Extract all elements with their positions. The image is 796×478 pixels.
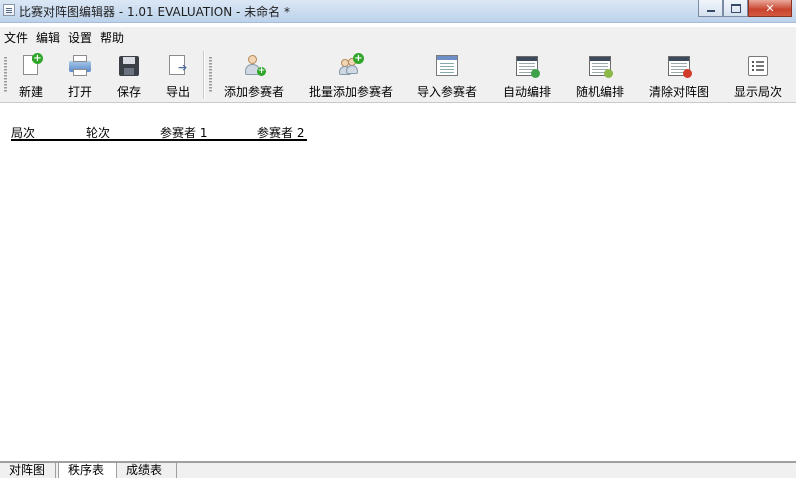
add-person-icon: + [241,53,267,79]
menu-edit[interactable]: 编辑 [32,29,64,46]
column-header-round: 轮次 [86,126,111,140]
toolbar-grip[interactable] [4,57,7,93]
title-bar: 比赛对阵图编辑器 - 1.01 EVALUATION - 未命名 * ✕ [0,0,796,23]
tab-schedule[interactable]: 秩序表 [58,463,117,478]
clear-bracket-button[interactable]: 清除对阵图 [646,52,712,98]
random-arrange-button[interactable]: 随机编排 [573,52,627,98]
new-button-label: 新建 [18,85,43,99]
import-participants-label: 导入参赛者 [416,85,477,99]
menu-file[interactable]: 文件 [0,29,32,46]
numbered-list-icon [745,53,771,79]
open-button[interactable]: 打开 [63,52,97,98]
export-button-label: 导出 [165,85,190,99]
floppy-disk-icon [116,53,142,79]
import-list-icon [434,53,460,79]
export-icon [165,53,191,79]
save-button[interactable]: 保存 [112,52,146,98]
new-document-icon: + [18,53,44,79]
add-participant-label: 添加参赛者 [223,85,284,99]
tab-results[interactable]: 成绩表 [117,463,177,478]
random-arrange-icon [587,53,613,79]
minimize-icon [706,9,715,12]
batch-add-participants-button[interactable]: + 批量添加参赛者 [306,52,396,98]
sheet-tab-bar: 对阵图 秩序表 成绩表 [0,462,796,478]
column-header-game: 局次 [11,126,36,140]
toolbar: + 新建 打开 保存 导出 + 添加参赛者 + 批量添加参赛者 [0,47,796,103]
schedule-view[interactable]: 局次 轮次 参赛者 1 参赛者 2 [0,103,796,462]
printer-icon [67,53,93,79]
toolbar-separator [203,51,205,99]
menu-settings[interactable]: 设置 [64,29,96,46]
auto-arrange-label: 自动编排 [502,85,551,99]
column-header-participant-1: 参赛者 1 [160,126,208,140]
close-button[interactable]: ✕ [748,0,792,17]
random-arrange-label: 随机编排 [575,85,624,99]
schedule-table-header: 局次 轮次 参赛者 1 参赛者 2 [11,123,307,141]
maximize-icon [730,3,741,13]
app-icon [3,4,15,16]
window-title: 比赛对阵图编辑器 - 1.01 EVALUATION - 未命名 * [19,5,290,19]
new-button[interactable]: + 新建 [14,52,48,98]
column-header-participant-2: 参赛者 2 [257,126,305,140]
minimize-button[interactable] [698,0,723,17]
open-button-label: 打开 [67,85,92,99]
show-rounds-button[interactable]: 显示局次 [730,52,786,98]
save-button-label: 保存 [116,85,141,99]
add-participant-button[interactable]: + 添加参赛者 [222,52,286,98]
import-participants-button[interactable]: 导入参赛者 [415,52,479,98]
auto-arrange-icon [514,53,540,79]
batch-add-participants-label: 批量添加参赛者 [308,85,393,99]
show-rounds-label: 显示局次 [733,85,782,99]
toolbar-grip[interactable] [209,57,212,93]
menu-bar: 文件 编辑 设置 帮助 [0,27,796,47]
add-group-icon: + [338,53,364,79]
close-icon: ✕ [765,1,775,15]
menu-help[interactable]: 帮助 [96,29,128,46]
export-button[interactable]: 导出 [161,52,195,98]
clear-bracket-icon [666,53,692,79]
tab-bracket[interactable]: 对阵图 [0,463,56,478]
clear-bracket-label: 清除对阵图 [648,85,709,99]
auto-arrange-button[interactable]: 自动编排 [500,52,554,98]
maximize-button[interactable] [723,0,748,17]
window-controls: ✕ [698,0,792,18]
